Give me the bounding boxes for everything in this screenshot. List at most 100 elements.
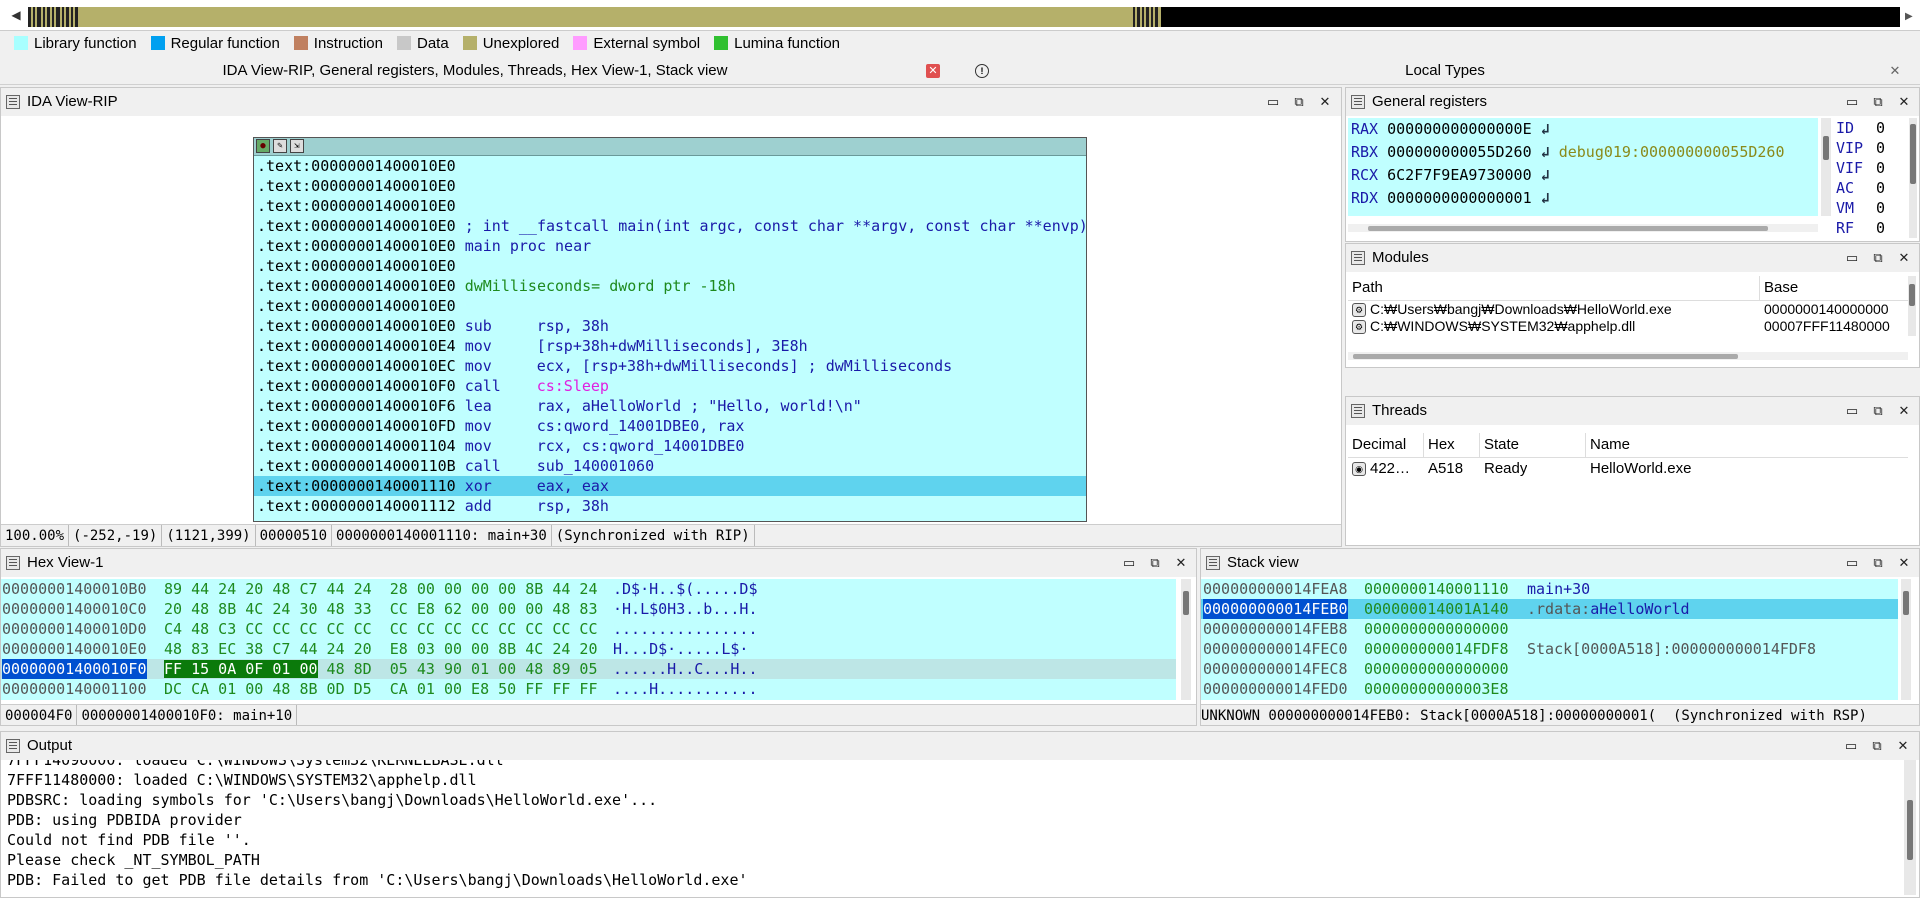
close-tab-icon[interactable]: ✕	[926, 64, 940, 78]
stack-row[interactable]: 000000000014FEB0 000000014001A140 .rdata:a…	[1201, 599, 1898, 619]
flag-row[interactable]: VIP 0	[1836, 138, 1906, 158]
asm-line[interactable]: .text:00000001400010E0 ; int __fastcall …	[254, 216, 1086, 236]
asm-line[interactable]: .text:00000001400010E0	[254, 296, 1086, 316]
maximize-icon[interactable]: ▭	[1844, 555, 1860, 571]
stack-row[interactable]: 000000000014FEC8 0000000000000000	[1201, 659, 1898, 679]
nav-right-arrow-icon[interactable]: ▶	[1905, 7, 1915, 27]
asm-line[interactable]: .text:00000001400010E0 dwMilliseconds= d…	[254, 276, 1086, 296]
register-row[interactable]: RBX 000000000055D260 ↲ debug019:00000000…	[1348, 141, 1818, 164]
hex-row[interactable]: 00000001400010D0 C4 48 C3 CC CC CC CC CC …	[1, 619, 1176, 639]
maximize-icon[interactable]: ▭	[1844, 403, 1860, 419]
scroll-thumb[interactable]	[1903, 591, 1909, 615]
jump-arrow-icon[interactable]: ↲	[1541, 189, 1550, 207]
thread-row[interactable]: ◉ 422… A518 Ready HelloWorld.exe	[1348, 458, 1908, 480]
scroll-thumb[interactable]	[1368, 226, 1768, 231]
column-header-decimal[interactable]: Decimal	[1348, 433, 1424, 457]
asm-line[interactable]: .text:00000001400010E0	[254, 256, 1086, 276]
register-list[interactable]: RAX 000000000000000E ↲ RBX 000000000055D2…	[1348, 118, 1818, 216]
stack-row[interactable]: 000000000014FED0 00000000000003E8	[1201, 679, 1898, 699]
scroll-thumb[interactable]	[1353, 354, 1738, 359]
disassembly-listing[interactable]: .text:00000001400010E0 .text:000000014000…	[254, 156, 1086, 516]
node-color-icon[interactable]: ●	[256, 139, 270, 153]
float-icon[interactable]: ⧉	[1870, 403, 1886, 419]
asm-line[interactable]: .text:0000000140001110 xor eax, eax	[254, 476, 1086, 496]
hex-row[interactable]: 00000001400010C0 20 48 8B 4C 24 30 48 33 …	[1, 599, 1176, 619]
registers-vscrollbar[interactable]	[1821, 118, 1831, 216]
register-row[interactable]: RDX 0000000000000001 ↲	[1348, 187, 1818, 210]
asm-line[interactable]: .text:00000001400010E0 sub rsp, 38h	[254, 316, 1086, 336]
close-icon[interactable]: ✕	[1173, 555, 1189, 571]
hex-row[interactable]: 00000001400010B0 89 44 24 20 48 C7 44 24 …	[1, 579, 1176, 599]
modules-vscrollbar[interactable]	[1908, 276, 1916, 336]
float-icon[interactable]: ⧉	[1147, 555, 1163, 571]
flag-row[interactable]: VM 0	[1836, 198, 1906, 218]
close-icon[interactable]: ✕	[1896, 94, 1912, 110]
tab-main-views[interactable]: IDA View-RIP, General registers, Modules…	[0, 58, 950, 84]
output-log[interactable]: 7FFF14096000: loaded C:\WINDOWS\System32…	[1, 760, 1901, 895]
scroll-thumb[interactable]	[1183, 591, 1189, 615]
maximize-icon[interactable]: ▭	[1265, 94, 1281, 110]
asm-line[interactable]: .text:0000000140001112 add rsp, 38h	[254, 496, 1086, 516]
graph-node[interactable]: ● ✎ ⇲ .text:00000001400010E0 .text:000000…	[253, 137, 1087, 522]
scroll-thumb[interactable]	[1910, 124, 1916, 184]
asm-line[interactable]: .text:0000000140001104 mov rcx, cs:qword_…	[254, 436, 1086, 456]
info-icon[interactable]: !	[975, 64, 989, 78]
close-icon[interactable]: ✕	[1896, 250, 1912, 266]
column-header-hex[interactable]: Hex	[1424, 433, 1480, 457]
asm-line[interactable]: .text:00000001400010F6 lea rax, aHelloWor…	[254, 396, 1086, 416]
flag-row[interactable]: ID 0	[1836, 118, 1906, 138]
hex-vscrollbar[interactable]	[1181, 579, 1191, 700]
nav-left-arrow-icon[interactable]: ◀	[8, 7, 24, 23]
asm-line[interactable]: .text:00000001400010EC mov ecx, [rsp+38h+…	[254, 356, 1086, 376]
asm-line[interactable]: .text:00000001400010F0 call cs:Sleep	[254, 376, 1086, 396]
asm-line[interactable]: .text:00000001400010E0	[254, 196, 1086, 216]
navigation-strip[interactable]	[28, 7, 1900, 27]
flag-row[interactable]: AC 0	[1836, 178, 1906, 198]
float-icon[interactable]: ⧉	[1870, 555, 1886, 571]
node-group-icon[interactable]: ⇲	[290, 139, 304, 153]
asm-line[interactable]: .text:00000001400010E0 main proc near	[254, 236, 1086, 256]
asm-line[interactable]: .text:000000014000110B call sub_140001060	[254, 456, 1086, 476]
asm-line[interactable]: .text:00000001400010E0	[254, 176, 1086, 196]
jump-arrow-icon[interactable]: ↲	[1541, 166, 1550, 184]
stack-vscrollbar[interactable]	[1901, 579, 1911, 700]
close-local-types-icon[interactable]: ✕	[1888, 64, 1902, 78]
maximize-icon[interactable]: ▭	[1121, 555, 1137, 571]
hex-dump[interactable]: 00000001400010B0 89 44 24 20 48 C7 44 24 …	[1, 579, 1176, 700]
stack-row[interactable]: 000000000014FEB8 0000000000000000	[1201, 619, 1898, 639]
column-header-name[interactable]: Name	[1586, 433, 1908, 457]
stack-row[interactable]: 000000000014FEA8 0000000140001110 main+30	[1201, 579, 1898, 599]
output-vscrollbar[interactable]	[1904, 760, 1916, 895]
close-icon[interactable]: ✕	[1895, 738, 1911, 754]
close-icon[interactable]: ✕	[1896, 403, 1912, 419]
flag-row[interactable]: VIF 0	[1836, 158, 1906, 178]
close-icon[interactable]: ✕	[1317, 94, 1333, 110]
node-rename-icon[interactable]: ✎	[273, 139, 287, 153]
column-header-path[interactable]: Path	[1348, 276, 1760, 300]
register-row[interactable]: RCX 6C2F7F9EA9730000 ↲	[1348, 164, 1818, 187]
column-header-base[interactable]: Base	[1760, 276, 1908, 300]
module-row[interactable]: ⚙ C:₩WINDOWS₩SYSTEM32₩apphelp.dll 00007FFF…	[1348, 318, 1908, 335]
stack-row[interactable]: 000000000014FEC0 000000000014FDF8 Stack[00…	[1201, 639, 1898, 659]
flag-row[interactable]: RF 0	[1836, 218, 1906, 238]
jump-arrow-icon[interactable]: ↲	[1541, 120, 1550, 138]
float-icon[interactable]: ⧉	[1869, 738, 1885, 754]
hex-row[interactable]: 0000000140001100 DC CA 01 00 48 8B 0D D5 …	[1, 679, 1176, 699]
register-row[interactable]: RAX 000000000000000E ↲	[1348, 118, 1818, 141]
asm-line[interactable]: .text:00000001400010E0	[254, 156, 1086, 176]
scroll-thumb[interactable]	[1909, 284, 1915, 306]
flag-list[interactable]: ID 0 VIP 0 VIF 0 AC 0 VM 0 RF 0	[1836, 118, 1906, 238]
float-icon[interactable]: ⧉	[1291, 94, 1307, 110]
maximize-icon[interactable]: ▭	[1844, 250, 1860, 266]
modules-hscrollbar[interactable]	[1348, 352, 1908, 360]
scroll-thumb[interactable]	[1907, 800, 1913, 860]
stack-listing[interactable]: 000000000014FEA8 0000000140001110 main+30 0…	[1201, 579, 1898, 700]
column-header-state[interactable]: State	[1480, 433, 1586, 457]
tab-local-types[interactable]: Local Types	[990, 58, 1900, 84]
float-icon[interactable]: ⧉	[1870, 94, 1886, 110]
close-icon[interactable]: ✕	[1896, 555, 1912, 571]
jump-arrow-icon[interactable]: ↲	[1541, 143, 1550, 161]
scroll-thumb[interactable]	[1823, 136, 1829, 160]
asm-line[interactable]: .text:00000001400010E4 mov [rsp+38h+dwMil…	[254, 336, 1086, 356]
maximize-icon[interactable]: ▭	[1844, 94, 1860, 110]
